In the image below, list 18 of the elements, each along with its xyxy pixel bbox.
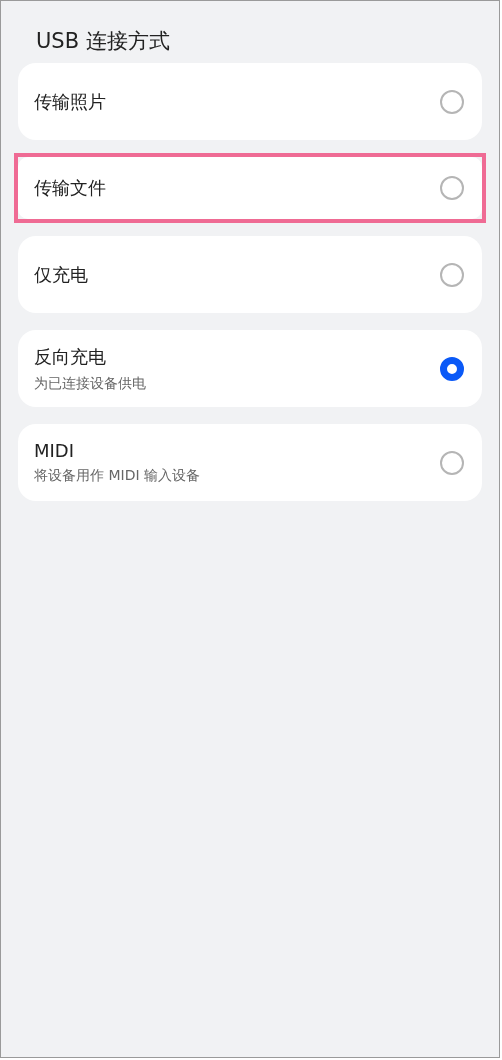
option-description: 为已连接设备供电 — [34, 374, 147, 393]
page-title: USB 连接方式 — [35, 28, 171, 55]
option-card[interactable]: 反向充电 为已连接设备供电 — [18, 330, 482, 407]
radio-button[interactable] — [440, 176, 464, 200]
option-label: 传输照片 — [34, 89, 107, 114]
option-label: 传输文件 — [34, 176, 107, 200]
option-card[interactable]: MIDI 将设备用作 MIDI 输入设备 — [18, 424, 482, 501]
option-label: MIDI — [34, 440, 75, 461]
option-card[interactable]: 仅充电 — [18, 236, 482, 313]
option-label: 反向充电 — [34, 344, 107, 369]
option-card[interactable]: 传输照片 — [18, 63, 482, 140]
radio-button[interactable] — [440, 262, 464, 287]
radio-button[interactable] — [440, 356, 464, 381]
option-description: 将设备用作 MIDI 输入设备 — [34, 467, 202, 485]
radio-button[interactable] — [440, 89, 464, 114]
option-label: 仅充电 — [34, 262, 89, 287]
option-card[interactable]: 传输文件 — [18, 157, 482, 219]
radio-button[interactable] — [440, 450, 464, 475]
